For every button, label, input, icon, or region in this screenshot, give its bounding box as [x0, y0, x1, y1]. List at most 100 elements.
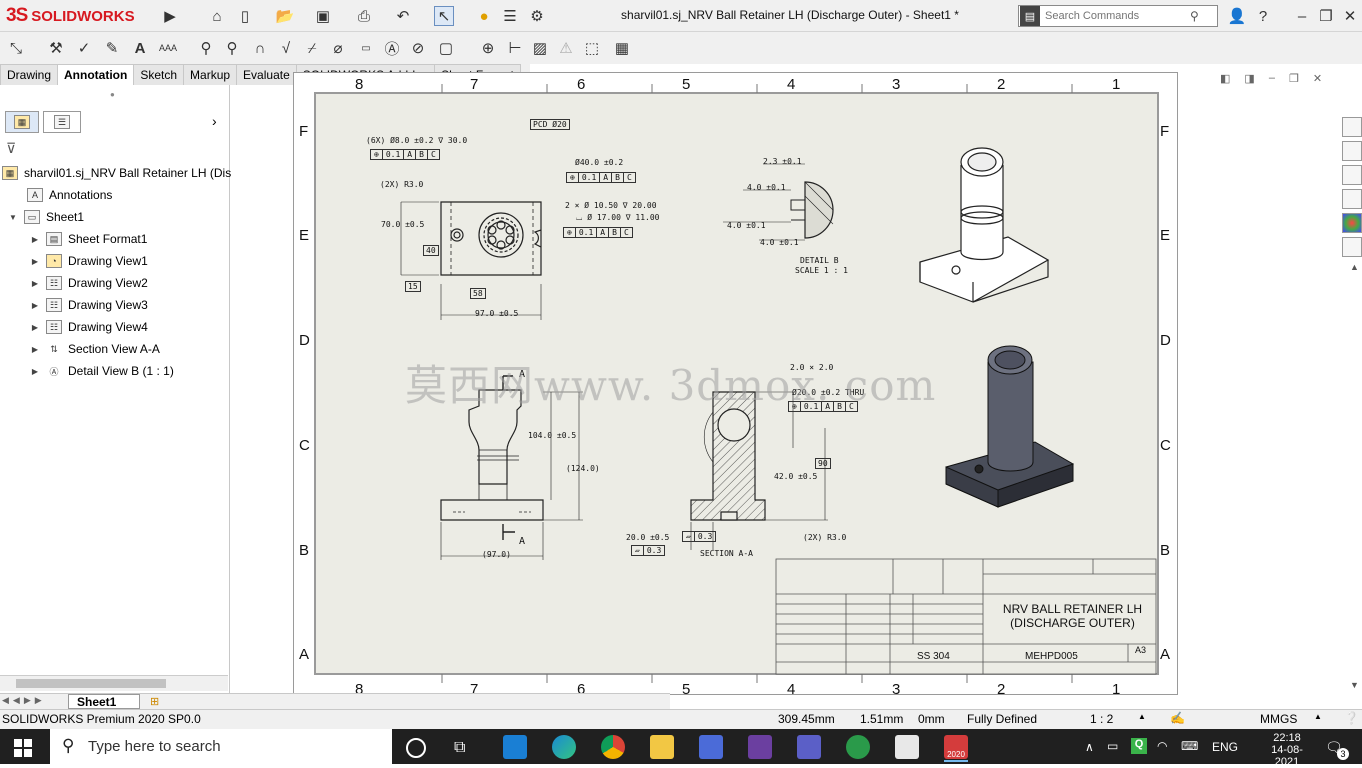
battery-icon[interactable]: ▭ [1107, 739, 1118, 753]
tree-item-drawing-view3[interactable]: ▶ ☷ Drawing View3 [30, 295, 148, 315]
dim-r3b[interactable]: (2X) R3.0 [803, 533, 846, 542]
auto-balloon-icon[interactable]: ⚲ [222, 38, 242, 58]
weld-symbol-icon[interactable]: ⌿ [302, 38, 322, 58]
tree-item-section-view[interactable]: ▶ ⇅ Section View A-A [30, 339, 160, 359]
revision-symbol-icon[interactable]: ⬚ [582, 38, 602, 58]
help-icon[interactable]: ? [1253, 6, 1273, 26]
status-scale[interactable]: 1 : 2 [1090, 712, 1113, 726]
dim-r3[interactable]: (2X) R3.0 [380, 180, 423, 189]
fcf-counterbore[interactable]: ⊕ 0.1 A B C [563, 227, 633, 238]
resources-home-icon[interactable] [1342, 117, 1362, 137]
dim-det1[interactable]: 2.3 ±0.1 [763, 157, 802, 166]
tab-annotation[interactable]: Annotation [57, 64, 135, 85]
user-icon[interactable]: 👤 [1227, 6, 1247, 26]
dim-w70[interactable]: 70.0 ±0.5 [381, 220, 424, 229]
viewport-restore-icon[interactable]: ❐ [1289, 72, 1299, 85]
expand-arrow-icon[interactable]: ▶ [30, 257, 40, 266]
select-cursor-icon[interactable]: ↖ [434, 6, 454, 26]
solidworks-taskbar-icon[interactable]: 2020 [944, 735, 968, 759]
dim-d1700[interactable]: ⌴ Ø 17.00 ∇ 11.00 [576, 213, 659, 223]
add-sheet-icon[interactable]: ⊞ [150, 695, 159, 708]
fcf-d40[interactable]: ⊕ 0.1 A B C [566, 172, 636, 183]
dim-d15[interactable]: 15 [405, 281, 421, 292]
horizontal-scrollbar[interactable] [0, 675, 228, 691]
area-hatch-icon[interactable]: ▨ [530, 38, 550, 58]
tab-drawing[interactable]: Drawing [0, 64, 59, 85]
smart-dimension-icon[interactable]: ⤡ [6, 38, 26, 58]
open-icon[interactable]: 📂 [275, 6, 295, 26]
tree-item-drawing-view4[interactable]: ▶ ☷ Drawing View4 [30, 317, 148, 337]
new-document-icon[interactable]: ▯ [235, 6, 255, 26]
appearances-icon[interactable] [1342, 213, 1362, 233]
file-explorer-taskbar-icon[interactable] [650, 735, 674, 759]
tray-overflow-icon[interactable]: ∧ [1085, 740, 1094, 754]
dim-d97[interactable]: 97.0 ±0.5 [475, 309, 518, 318]
minimize-icon[interactable]: – [1292, 6, 1312, 26]
solidworks-logo[interactable]: 3S SOLIDWORKS [6, 3, 154, 29]
undo-icon[interactable]: ↶ [393, 6, 413, 26]
expand-menu-icon[interactable]: ▶ [160, 6, 180, 26]
sheet-nav-icon[interactable]: ◀◀▶▶ [2, 695, 46, 706]
status-units[interactable]: MMGS [1260, 712, 1297, 726]
expand-arrow-icon[interactable]: ▶ [30, 279, 40, 288]
dim-d1050[interactable]: 2 × Ø 10.50 ∇ 20.00 [565, 201, 657, 210]
datum-target-icon[interactable]: ⊘ [408, 38, 428, 58]
dim-holes[interactable]: (6X) Ø8.0 ±0.2 ∇ 30.0 [366, 136, 467, 145]
magnetic-line-icon[interactable]: ∩ [250, 38, 270, 58]
tree-item-annotations[interactable]: A Annotations [27, 185, 112, 205]
teams-icon[interactable] [797, 735, 821, 759]
dim-d40[interactable]: Ø40.0 ±0.2 [575, 158, 623, 167]
maps-icon[interactable] [846, 735, 870, 759]
dim-d58[interactable]: 58 [470, 288, 486, 299]
view-palette-icon[interactable] [1342, 189, 1362, 209]
home-icon[interactable]: ⌂ [207, 6, 227, 26]
centerline-icon[interactable]: ⊢ [505, 38, 525, 58]
tab-sheet1[interactable]: Sheet1 [68, 694, 140, 709]
quick-tips-icon[interactable]: ❔ [1344, 711, 1359, 725]
cortana-icon[interactable] [406, 738, 426, 758]
save-icon[interactable]: ▣ [313, 6, 333, 26]
expand-arrow-icon[interactable]: ▶ [30, 301, 40, 310]
tab-evaluate[interactable]: Evaluate [236, 64, 297, 85]
panel-expand-icon[interactable]: › [212, 113, 217, 129]
restore-icon[interactable]: ❐ [1316, 6, 1336, 26]
tree-item-sheet1[interactable]: ▼ ▭ Sheet1 [8, 207, 84, 227]
spell-check-icon[interactable]: ✓ [74, 38, 94, 58]
file-explorer-icon[interactable] [1342, 165, 1362, 185]
search-commands[interactable]: ▤ ⚲ [1018, 5, 1218, 27]
surface-finish-icon[interactable]: √ [276, 38, 296, 58]
dim-det4[interactable]: 4.0 ±0.1 [760, 238, 799, 247]
tables-icon[interactable]: ▦ [612, 38, 632, 58]
wifi-icon[interactable]: ◠ [1157, 739, 1167, 753]
custom-properties-icon[interactable] [1342, 237, 1362, 257]
balloon-icon[interactable]: ⚲ [196, 38, 216, 58]
edge-icon[interactable] [552, 735, 576, 759]
hole-callout-icon[interactable]: ⌀ [328, 38, 348, 58]
dim-d40b[interactable]: 40 [423, 245, 439, 256]
feature-tree-tab-icon[interactable]: ▦ [5, 111, 39, 133]
tree-item-drawing-view2[interactable]: ▶ ☷ Drawing View2 [30, 273, 148, 293]
collapse-arrow-icon[interactable]: ▼ [8, 213, 18, 222]
dim-det3[interactable]: 4.0 ±0.1 [727, 221, 766, 230]
store-icon[interactable] [895, 735, 919, 759]
tree-item-detail-view[interactable]: ▶ Ⓐ Detail View B (1 : 1) [30, 361, 174, 381]
clock[interactable]: 22:18 14-08-2021 [1262, 732, 1312, 768]
keyboard-icon[interactable]: ⌨ [1181, 739, 1198, 753]
dim-h124[interactable]: (124.0) [566, 464, 600, 473]
tab-sketch[interactable]: Sketch [133, 64, 185, 85]
property-manager-tab-icon[interactable]: ☰ [43, 111, 81, 133]
dim-det2[interactable]: 4.0 ±0.1 [747, 183, 786, 192]
visual-studio-icon[interactable] [748, 735, 772, 759]
drag-handle-icon[interactable]: ● [110, 90, 115, 99]
mail-icon[interactable] [503, 735, 527, 759]
tree-item-sheet-format[interactable]: ▶ ▤ Sheet Format1 [30, 229, 147, 249]
start-button[interactable] [14, 739, 32, 757]
note-icon[interactable]: A [130, 38, 150, 58]
flatness-frame-1[interactable]: ▱ 0.3 [631, 545, 666, 556]
tab-markup[interactable]: Markup [183, 64, 238, 85]
units-dropdown-icon[interactable]: ▲ [1314, 712, 1322, 721]
rebuild-icon[interactable]: ✍ [1170, 711, 1185, 725]
task-view-icon[interactable]: ⧉ [454, 739, 465, 757]
geometric-tolerance-icon[interactable]: ▭ [356, 38, 376, 58]
file-properties-icon[interactable]: ☰ [500, 6, 520, 26]
